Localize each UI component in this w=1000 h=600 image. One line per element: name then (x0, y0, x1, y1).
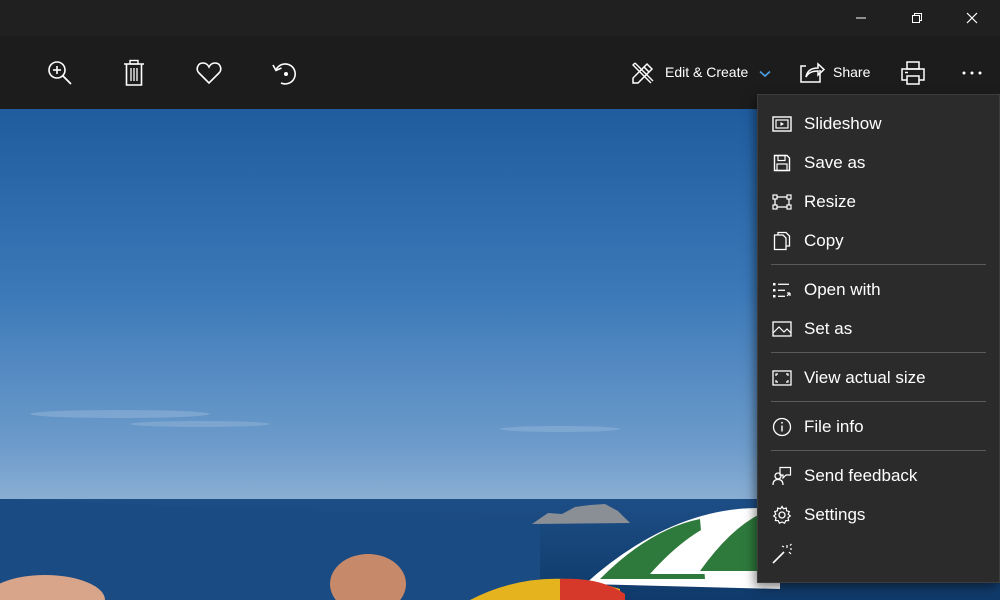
menu-item-label: Settings (804, 505, 866, 524)
menu-item-label: Resize (804, 192, 856, 211)
zoom-in-icon (48, 61, 72, 85)
close-button[interactable] (944, 0, 1000, 36)
favorite-button[interactable] (187, 48, 231, 98)
trash-icon (124, 59, 144, 86)
menu-item-label: Save as (804, 153, 866, 172)
menu-item-label: Open with (804, 280, 881, 299)
share-button[interactable]: Share (795, 48, 875, 98)
minimize-icon (856, 17, 866, 19)
print-button[interactable] (891, 48, 935, 98)
menu-item-label: Copy (804, 231, 844, 250)
edit-create-icon (632, 62, 654, 84)
feedback-icon (771, 465, 793, 487)
menu-separator (771, 352, 986, 353)
edit-create-button[interactable]: Edit & Create (627, 48, 777, 98)
rotate-button[interactable] (263, 48, 307, 98)
print-icon (901, 61, 925, 85)
save-icon (771, 152, 793, 174)
menu-item-resize[interactable]: Resize (758, 182, 999, 221)
slideshow-icon (771, 113, 793, 135)
menu-item-file-info[interactable]: File info (758, 407, 999, 446)
magic-wand-icon (771, 543, 793, 565)
copy-icon (771, 230, 793, 252)
heart-icon (196, 62, 222, 85)
menu-item-label: Slideshow (804, 114, 882, 133)
restore-icon (912, 13, 922, 23)
share-label: Share (833, 64, 871, 80)
info-icon (771, 416, 793, 438)
delete-button[interactable] (112, 48, 156, 98)
menu-separator (771, 401, 986, 402)
menu-item-label: Send feedback (804, 466, 918, 485)
menu-item-settings[interactable]: Settings (758, 495, 999, 534)
close-icon (966, 12, 978, 24)
edit-create-label: Edit & Create (665, 64, 749, 80)
chevron-down-icon (759, 70, 771, 78)
rotate-icon (272, 63, 296, 85)
menu-item-label: File info (804, 417, 864, 436)
zoom-in-button[interactable] (38, 48, 82, 98)
open-with-icon (771, 279, 793, 301)
gear-icon (771, 504, 793, 526)
menu-separator (771, 450, 986, 451)
menu-item-magic-wand[interactable] (758, 534, 999, 573)
title-bar (0, 0, 1000, 36)
menu-item-send-feedback[interactable]: Send feedback (758, 456, 999, 495)
more-options-menu: Slideshow Save as Resize Copy Open with … (757, 94, 1000, 583)
more-options-button[interactable] (950, 48, 994, 98)
more-icon (962, 71, 982, 75)
menu-item-slideshow[interactable]: Slideshow (758, 104, 999, 143)
menu-separator (771, 264, 986, 265)
menu-item-copy[interactable]: Copy (758, 221, 999, 260)
resize-icon (771, 191, 793, 213)
menu-item-save-as[interactable]: Save as (758, 143, 999, 182)
set-as-icon (771, 318, 793, 340)
minimize-button[interactable] (833, 0, 889, 36)
share-icon (800, 62, 826, 83)
restore-button[interactable] (889, 0, 945, 36)
menu-item-view-actual-size[interactable]: View actual size (758, 358, 999, 397)
menu-item-open-with[interactable]: Open with (758, 270, 999, 309)
menu-item-set-as[interactable]: Set as (758, 309, 999, 348)
menu-item-label: Set as (804, 319, 853, 338)
menu-item-label: View actual size (804, 368, 926, 387)
actual-size-icon (771, 367, 793, 389)
